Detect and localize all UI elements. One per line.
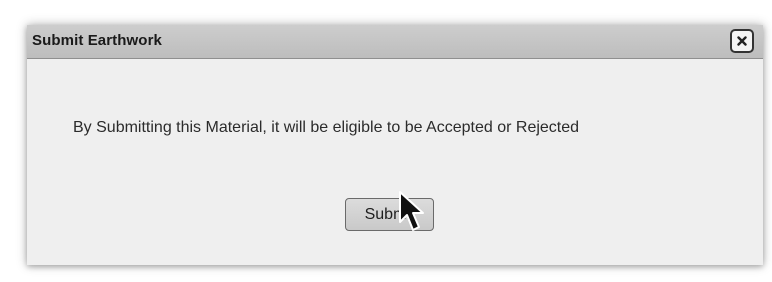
page: Submit Earthwork By Submitting this Mate… xyxy=(0,0,772,282)
dialog-title-bar[interactable]: Submit Earthwork xyxy=(27,25,763,59)
close-button[interactable] xyxy=(730,29,754,53)
close-icon xyxy=(737,36,747,46)
dialog-message: By Submitting this Material, it will be … xyxy=(73,119,580,136)
submit-earthwork-dialog: Submit Earthwork By Submitting this Mate… xyxy=(27,25,763,265)
dialog-title: Submit Earthwork xyxy=(32,32,162,49)
submit-button[interactable]: Submit xyxy=(345,198,434,231)
